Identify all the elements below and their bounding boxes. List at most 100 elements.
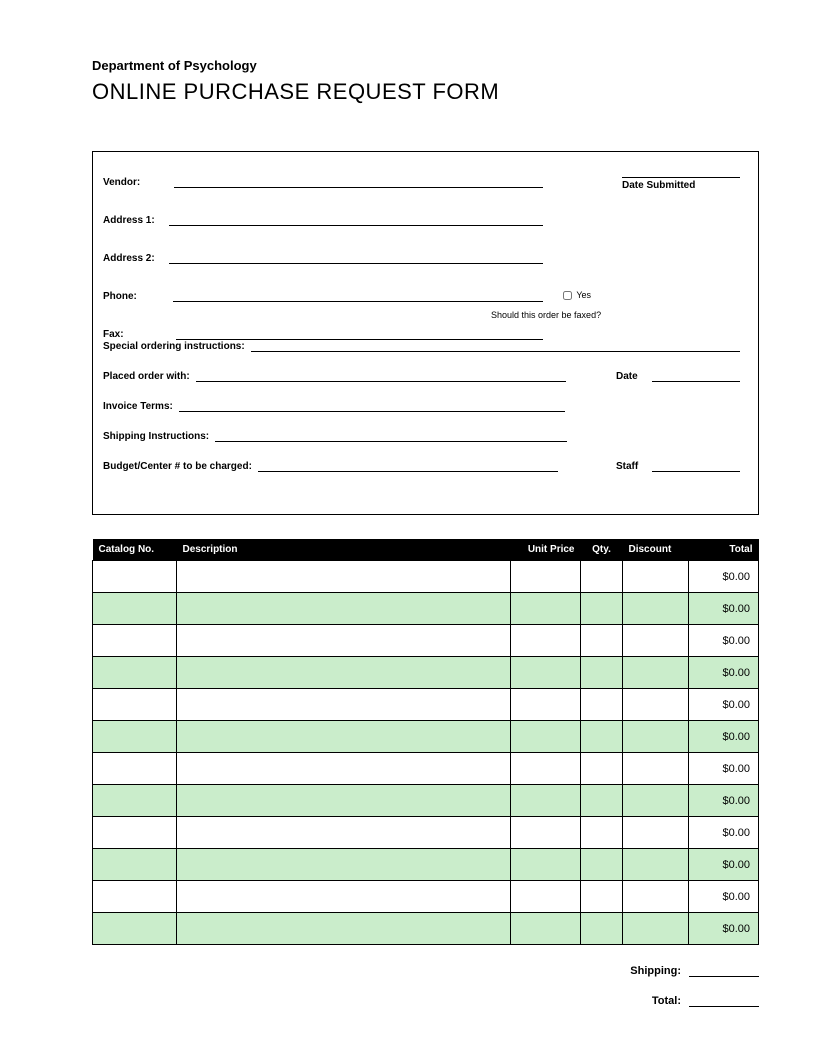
cell[interactable] (177, 881, 511, 913)
cell[interactable] (623, 881, 689, 913)
cell[interactable] (581, 753, 623, 785)
fax-yes-checkbox[interactable] (563, 291, 572, 300)
cell[interactable] (93, 593, 177, 625)
cell[interactable] (93, 881, 177, 913)
cell[interactable] (581, 657, 623, 689)
cell[interactable] (623, 753, 689, 785)
cell[interactable] (623, 689, 689, 721)
cell[interactable] (511, 689, 581, 721)
shipping-label: Shipping: (630, 965, 681, 977)
cell[interactable] (581, 881, 623, 913)
cell[interactable] (623, 625, 689, 657)
vendor-input[interactable] (174, 174, 543, 188)
cell[interactable] (581, 593, 623, 625)
placed-with-input[interactable] (196, 368, 566, 382)
cell[interactable] (177, 913, 511, 945)
phone-label: Phone: (103, 291, 137, 302)
cell[interactable] (93, 561, 177, 593)
cell[interactable] (581, 689, 623, 721)
cell[interactable] (93, 689, 177, 721)
col-discount: Discount (623, 539, 689, 561)
fax-hint-label: Should this order be faxed? (491, 310, 601, 320)
cell[interactable] (581, 913, 623, 945)
date-submitted-input[interactable] (622, 164, 740, 178)
cell[interactable] (511, 593, 581, 625)
placed-with-label: Placed order with: (103, 371, 190, 382)
cell-total: $0.00 (689, 625, 759, 657)
cell[interactable] (93, 849, 177, 881)
cell[interactable] (511, 625, 581, 657)
shipping-value[interactable] (689, 963, 759, 977)
cell[interactable] (177, 689, 511, 721)
table-row: $0.00 (93, 689, 759, 721)
address1-input[interactable] (169, 212, 543, 226)
cell[interactable] (177, 721, 511, 753)
cell[interactable] (511, 785, 581, 817)
cell[interactable] (581, 625, 623, 657)
table-row: $0.00 (93, 753, 759, 785)
cell[interactable] (177, 561, 511, 593)
cell-total: $0.00 (689, 913, 759, 945)
cell[interactable] (93, 625, 177, 657)
cell[interactable] (177, 849, 511, 881)
cell-total: $0.00 (689, 721, 759, 753)
date-input[interactable] (652, 368, 740, 382)
cell[interactable] (623, 721, 689, 753)
cell[interactable] (93, 657, 177, 689)
table-row: $0.00 (93, 657, 759, 689)
cell[interactable] (511, 721, 581, 753)
cell[interactable] (177, 785, 511, 817)
cell[interactable] (93, 817, 177, 849)
cell[interactable] (623, 593, 689, 625)
cell[interactable] (581, 561, 623, 593)
address2-input[interactable] (169, 250, 543, 264)
staff-input[interactable] (652, 458, 740, 472)
vendor-info-box: Vendor: Date Submitted Address 1: Addres… (92, 151, 759, 515)
col-catalog: Catalog No. (93, 539, 177, 561)
cell[interactable] (623, 913, 689, 945)
cell[interactable] (93, 721, 177, 753)
cell[interactable] (177, 753, 511, 785)
table-row: $0.00 (93, 849, 759, 881)
cell[interactable] (623, 849, 689, 881)
col-qty: Qty. (581, 539, 623, 561)
col-unit-price: Unit Price (511, 539, 581, 561)
address1-label: Address 1: (103, 215, 155, 226)
cell[interactable] (93, 753, 177, 785)
cell-total: $0.00 (689, 657, 759, 689)
cell-total: $0.00 (689, 593, 759, 625)
cell[interactable] (177, 657, 511, 689)
vendor-label: Vendor: (103, 177, 140, 188)
cell[interactable] (581, 817, 623, 849)
cell[interactable] (623, 817, 689, 849)
phone-input[interactable] (173, 288, 543, 302)
invoice-terms-input[interactable] (179, 398, 565, 412)
cell[interactable] (581, 785, 623, 817)
table-row: $0.00 (93, 785, 759, 817)
budget-input[interactable] (258, 458, 558, 472)
cell[interactable] (511, 849, 581, 881)
cell[interactable] (93, 785, 177, 817)
cell[interactable] (623, 561, 689, 593)
shipping-instructions-input[interactable] (215, 428, 567, 442)
cell[interactable] (581, 849, 623, 881)
cell[interactable] (623, 657, 689, 689)
special-instructions-input[interactable] (251, 338, 740, 352)
cell[interactable] (511, 913, 581, 945)
total-value[interactable] (689, 993, 759, 1007)
table-row: $0.00 (93, 721, 759, 753)
table-row: $0.00 (93, 561, 759, 593)
cell[interactable] (581, 721, 623, 753)
cell[interactable] (511, 753, 581, 785)
cell[interactable] (623, 785, 689, 817)
cell[interactable] (511, 561, 581, 593)
cell[interactable] (177, 625, 511, 657)
cell[interactable] (93, 913, 177, 945)
table-row: $0.00 (93, 881, 759, 913)
cell[interactable] (177, 593, 511, 625)
cell[interactable] (511, 881, 581, 913)
cell[interactable] (511, 657, 581, 689)
cell[interactable] (511, 817, 581, 849)
cell[interactable] (177, 817, 511, 849)
date-label: Date (616, 371, 646, 382)
